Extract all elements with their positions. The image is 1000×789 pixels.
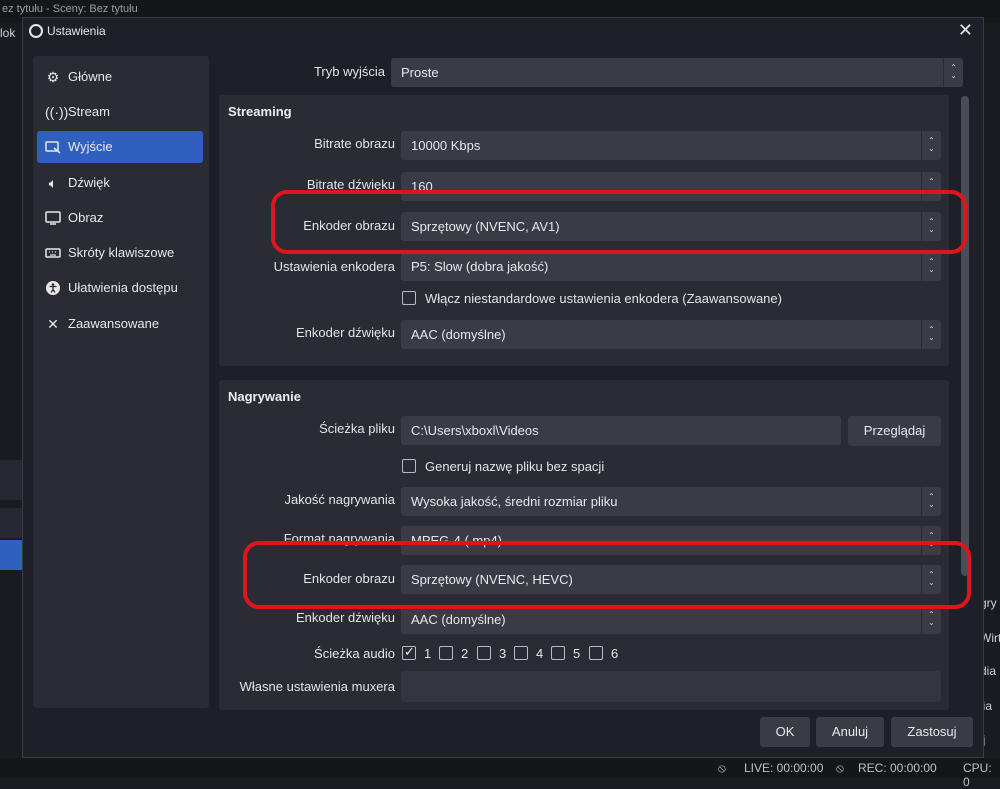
cancel-button[interactable]: Anuluj <box>816 717 884 747</box>
keyboard-icon <box>45 245 61 261</box>
dialog-titlebar: Ustawienia ✕ <box>23 18 983 46</box>
audio-track-1-checkbox[interactable] <box>402 644 416 660</box>
monitor-icon <box>45 210 61 226</box>
recording-quality-label: Jakość nagrywania <box>284 492 395 507</box>
close-icon[interactable]: ✕ <box>958 20 973 41</box>
recording-audio-encoder-select[interactable]: AAC (domyślne) ⌃ ⌄ <box>401 605 941 634</box>
tools-icon: ✕ <box>47 316 59 332</box>
audio-track-6-label: 6 <box>611 646 619 661</box>
audio-track-5-label: 5 <box>573 646 581 661</box>
audio-track-1-label: 1 <box>424 646 432 661</box>
muxer-settings-input[interactable] <box>401 671 941 702</box>
updown-icon: ⌃ ⌄ <box>921 605 941 634</box>
browse-button[interactable]: Przeglądaj <box>848 416 941 446</box>
background-panel <box>0 508 22 538</box>
speaker-icon: 🔈︎ <box>48 175 58 191</box>
audio-track-label: Ścieżka audio <box>314 646 395 661</box>
stream-audio-encoder-value: AAC (domyślne) <box>411 327 506 342</box>
sidebar-item-output[interactable]: Wyjście <box>37 131 203 163</box>
cpu-status: CPU: 0 <box>963 761 992 789</box>
broadcast-icon: ((·)) <box>45 104 69 120</box>
sidebar-item-accessibility[interactable]: Ułatwienia dostępu <box>37 272 203 304</box>
audio-track-3-checkbox[interactable] <box>477 646 491 660</box>
no-space-filename-label: Generuj nazwę pliku bez spacji <box>425 459 605 474</box>
encoder-settings-value: P5: Slow (dobra jakość) <box>411 259 549 274</box>
output-mode-select[interactable]: Proste ⌃ ⌄ <box>391 58 963 87</box>
custom-encoder-checkbox-label: Włącz niestandardowe ustawienia enkodera… <box>425 291 782 306</box>
rec-icon: ⦸ <box>836 761 844 775</box>
sidebar-item-label: Skróty klawiszowe <box>68 245 175 260</box>
live-icon: ⦸ <box>718 761 726 775</box>
updown-icon: ⌃ ⌄ <box>921 320 941 349</box>
recording-audio-encoder-label: Enkoder dźwięku <box>296 610 395 625</box>
live-status: LIVE: 00:00:00 <box>744 761 824 775</box>
background-left-text: lok <box>0 26 16 40</box>
sidebar-item-label: Zaawansowane <box>68 316 160 331</box>
sidebar-item-label: Obraz <box>68 210 104 225</box>
stream-audio-encoder-label: Enkoder dźwięku <box>296 325 395 340</box>
stream-audio-encoder-select[interactable]: AAC (domyślne) ⌃ ⌄ <box>401 320 941 349</box>
updown-icon: ⌃ ⌄ <box>921 487 941 516</box>
sidebar-item-label: Ułatwienia dostępu <box>68 280 178 295</box>
audio-track-2-label: 2 <box>461 646 469 661</box>
sidebar-item-advanced[interactable]: ✕ Zaawansowane <box>37 308 203 340</box>
sidebar-item-audio[interactable]: 🔈︎ Dźwięk <box>37 167 203 199</box>
file-path-input[interactable]: C:\Users\xboxl\Videos <box>401 416 841 445</box>
status-bar: ⦸ LIVE: 00:00:00 ⦸ REC: 00:00:00 CPU: 0 <box>0 758 1000 789</box>
recording-quality-select[interactable]: Wysoka jakość, średni rozmiar pliku ⌃ ⌄ <box>401 487 941 516</box>
custom-encoder-checkbox[interactable] <box>402 291 416 305</box>
sidebar-item-hotkeys[interactable]: Skróty klawiszowe <box>37 237 203 269</box>
audio-track-5-checkbox[interactable] <box>551 646 565 660</box>
sidebar-item-label: Stream <box>68 104 110 119</box>
encoder-settings-select[interactable]: P5: Slow (dobra jakość) ⌃ ⌄ <box>401 252 941 281</box>
rec-status: REC: 00:00:00 <box>858 761 937 775</box>
recording-quality-value: Wysoka jakość, średni rozmiar pliku <box>411 494 618 509</box>
obs-logo-icon <box>29 24 43 38</box>
sidebar-item-label: Główne <box>68 69 113 84</box>
background-selected-item <box>0 540 22 570</box>
video-bitrate-spinbox[interactable]: 10000 Kbps ⌃ ⌄ <box>401 131 941 160</box>
audio-track-4-label: 4 <box>536 646 544 661</box>
highlight-stream-encoder <box>271 190 967 254</box>
video-bitrate-value: 10000 Kbps <box>411 138 481 153</box>
vertical-scrollbar[interactable] <box>961 96 969 576</box>
output-icon <box>45 139 61 155</box>
highlight-recording-encoder <box>243 541 971 609</box>
output-mode-label: Tryb wyjścia <box>313 64 385 79</box>
settings-sidebar: ⚙ Główne ((·)) Stream Wyjście 🔈︎ Dźwięk … <box>33 56 209 708</box>
apply-button[interactable]: Zastosuj <box>891 717 973 747</box>
recording-section-title: Nagrywanie <box>228 389 301 404</box>
output-mode-value: Proste <box>401 65 439 80</box>
sidebar-item-video[interactable]: Obraz <box>37 202 203 234</box>
ok-button[interactable]: OK <box>760 717 810 747</box>
sidebar-item-general[interactable]: ⚙ Główne <box>37 61 203 93</box>
file-path-label: Ścieżka pliku <box>319 421 395 436</box>
recording-audio-encoder-value: AAC (domyślne) <box>411 612 506 627</box>
audio-track-4-checkbox[interactable] <box>514 646 528 660</box>
updown-icon: ⌃ ⌄ <box>921 252 941 281</box>
settings-dialog: Ustawienia ✕ ⚙ Główne ((·)) Stream Wyjśc… <box>22 17 984 758</box>
dialog-title: Ustawienia <box>47 24 106 38</box>
sidebar-item-label: Dźwięk <box>68 175 110 190</box>
no-space-filename-checkbox[interactable] <box>402 459 416 473</box>
muxer-settings-label: Własne ustawienia muxera <box>239 679 395 694</box>
streaming-section-title: Streaming <box>228 104 292 119</box>
video-bitrate-label: Bitrate obrazu <box>314 136 395 151</box>
gear-icon: ⚙ <box>46 69 60 85</box>
sidebar-item-stream[interactable]: ((·)) Stream <box>37 96 203 128</box>
accessibility-icon <box>45 280 61 296</box>
file-path-value: C:\Users\xboxl\Videos <box>411 423 539 438</box>
encoder-settings-label: Ustawienia enkodera <box>273 259 395 274</box>
background-panel <box>0 460 22 500</box>
audio-track-6-checkbox[interactable] <box>589 646 603 660</box>
updown-icon[interactable]: ⌃ ⌄ <box>921 131 941 160</box>
updown-icon: ⌃ ⌄ <box>943 58 963 87</box>
sidebar-item-label: Wyjście <box>68 139 113 154</box>
audio-track-2-checkbox[interactable] <box>439 646 453 660</box>
audio-track-3-label: 3 <box>499 646 507 661</box>
